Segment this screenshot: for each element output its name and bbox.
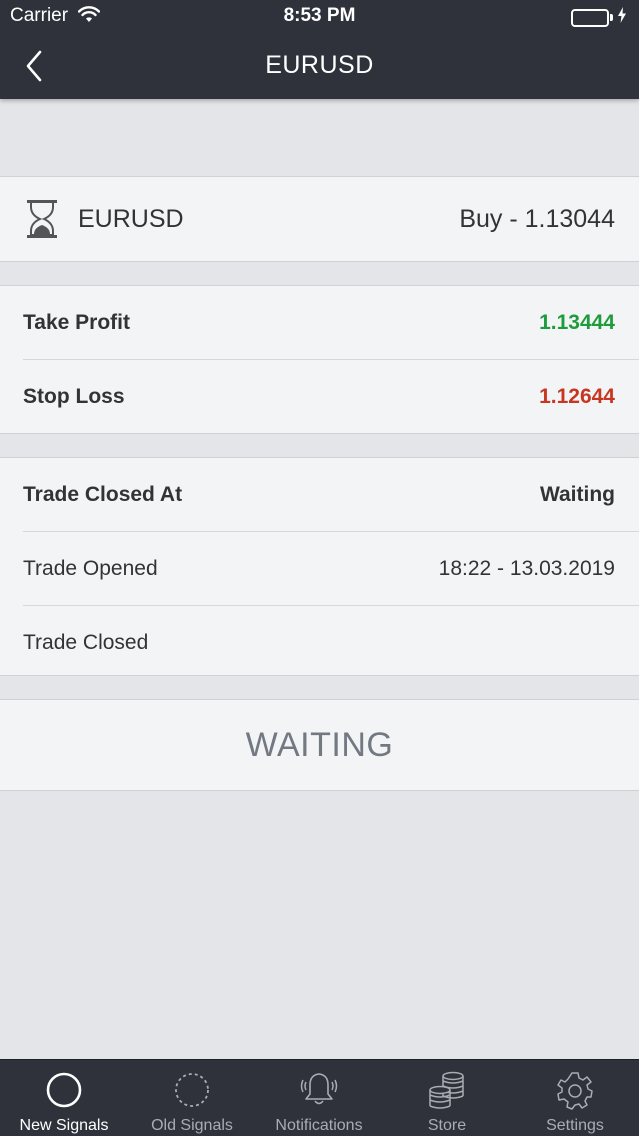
tab-bar: New Signals Old Signals Notifications St… [0,1059,639,1136]
navigation-bar: EURUSD [0,32,639,99]
take-profit-label: Take Profit [23,311,130,334]
hourglass-icon [24,199,60,244]
stop-loss-label: Stop Loss [23,385,125,408]
tab-label: New Signals [19,1117,109,1134]
tab-label: Settings [546,1117,604,1134]
take-profit-row: Take Profit 1.13444 [0,286,639,359]
stop-loss-value: 1.12644 [539,385,615,408]
signal-direction-price: Buy - 1.13044 [459,205,615,233]
tab-label: Store [427,1117,467,1134]
trade-closed-at-label: Trade Closed At [23,483,183,506]
status-bar: Carrier 8:53 PM [0,0,639,32]
screen: Carrier 8:53 PM EURUSD EURUSD Buy - 1.13… [0,0,639,1136]
tab-label: Notifications [275,1117,363,1134]
levels-card: Take Profit 1.13444 Stop Loss 1.12644 [0,285,639,434]
symbol-name: EURUSD [78,205,184,233]
trade-closed-label: Trade Closed [23,631,149,654]
stop-loss-row: Stop Loss 1.12644 [0,360,639,433]
trade-times-card: Trade Closed At Waiting Trade Opened 18:… [0,457,639,676]
tab-notifications[interactable]: Notifications [255,1060,383,1136]
circle-icon [0,1070,128,1110]
tab-label: Old Signals [151,1117,233,1134]
trade-closed-at-value: Waiting [539,483,615,506]
bell-icon [255,1070,383,1110]
tab-old-signals[interactable]: Old Signals [128,1060,256,1136]
trade-opened-row: Trade Opened 18:22 - 13.03.2019 [0,532,639,605]
trade-opened-label: Trade Opened [23,557,158,580]
header: Carrier 8:53 PM EURUSD [0,0,639,99]
coins-icon [383,1070,511,1110]
trade-closed-at-row: Trade Closed At Waiting [0,458,639,531]
trade-status-text: WAITING [245,726,394,764]
charging-bolt-icon [617,7,627,28]
tab-settings[interactable]: Settings [511,1060,639,1136]
clock: 8:53 PM [283,5,356,26]
tab-new-signals[interactable]: New Signals [0,1060,128,1136]
take-profit-value: 1.13444 [539,311,615,334]
trade-opened-value: 18:22 - 13.03.2019 [438,557,615,580]
trade-status-card: WAITING [0,699,639,791]
page-title: EURUSD [265,51,374,79]
trade-closed-row: Trade Closed [0,606,639,679]
gear-icon [511,1070,639,1110]
signal-summary-card: EURUSD Buy - 1.13044 [0,176,639,262]
battery-icon [571,7,627,28]
dashed-circle-icon [128,1070,256,1110]
tab-store[interactable]: Store [383,1060,511,1136]
